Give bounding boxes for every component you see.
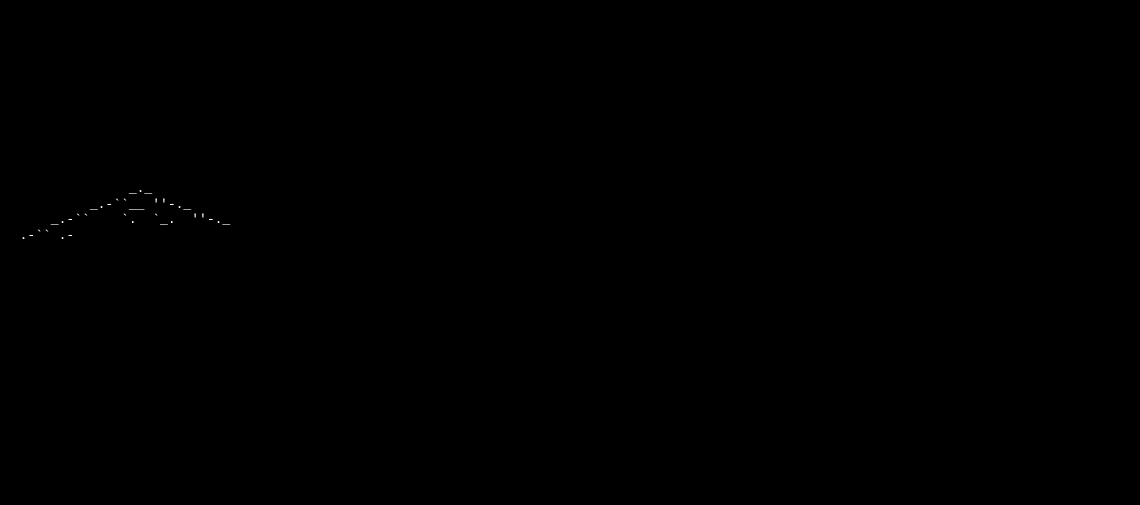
terminal-output: _._ _.-``__ ''-._ _.-`` `. `_. ''-._ .-`… (4, 72, 1136, 244)
ascii-logo-block: _._ _.-``__ ''-._ _.-`` `. `_. ''-._ .-`… (4, 181, 1136, 243)
ascii-art: _._ _.-``__ ''-._ _.-`` `. `_. ''-._ .-`… (4, 181, 230, 243)
